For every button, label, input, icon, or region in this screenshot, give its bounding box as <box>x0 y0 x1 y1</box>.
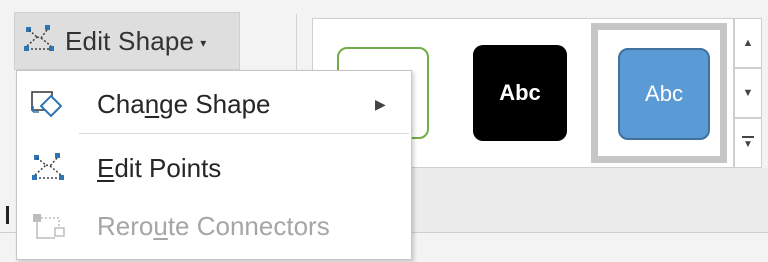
menu-item-change-shape[interactable]: Change Shape ▶ <box>17 75 411 133</box>
chevron-down-icon: ▼ <box>742 87 754 99</box>
ribbon-panel: Edit Shape ▾ Abc Abc ▲ ▼ ▼ Change Shape … <box>0 0 768 262</box>
edit-shape-label: Edit Shape <box>65 25 195 56</box>
menu-item-label: Change Shape <box>97 88 271 119</box>
menu-item-label: Edit Points <box>97 152 222 183</box>
menu-item-label: Reroute Connectors <box>97 210 330 241</box>
style-swatch-blue[interactable]: Abc <box>618 48 710 140</box>
gallery-scroll-down-button[interactable]: ▼ <box>734 68 762 118</box>
reroute-connectors-icon <box>29 208 69 244</box>
edit-shape-button[interactable]: Edit Shape ▾ <box>14 12 240 70</box>
menu-item-edit-points[interactable]: Edit Points <box>17 139 411 197</box>
selected-swatch-frame: Abc <box>591 23 727 163</box>
gallery-more-button[interactable]: ▼ <box>734 118 762 168</box>
gallery-scroll-up-button[interactable]: ▲ <box>734 18 762 68</box>
text-cursor <box>6 206 9 224</box>
edit-points-icon <box>23 24 57 59</box>
gallery-scroll: ▲ ▼ ▼ <box>734 18 762 168</box>
style-swatch-black[interactable]: Abc <box>473 45 567 141</box>
edit-points-icon <box>29 150 69 186</box>
chevron-up-icon: ▲ <box>742 37 754 49</box>
change-shape-icon <box>29 86 69 122</box>
edit-shape-menu: Change Shape ▶ Edit Points Reroute Conne… <box>16 70 412 260</box>
menu-item-reroute-connectors[interactable]: Reroute Connectors <box>17 197 411 255</box>
submenu-arrow-icon: ▶ <box>375 95 386 112</box>
expand-more-icon: ▼ <box>742 136 754 150</box>
menu-separator <box>79 133 409 134</box>
chevron-down-icon: ▾ <box>200 36 207 50</box>
